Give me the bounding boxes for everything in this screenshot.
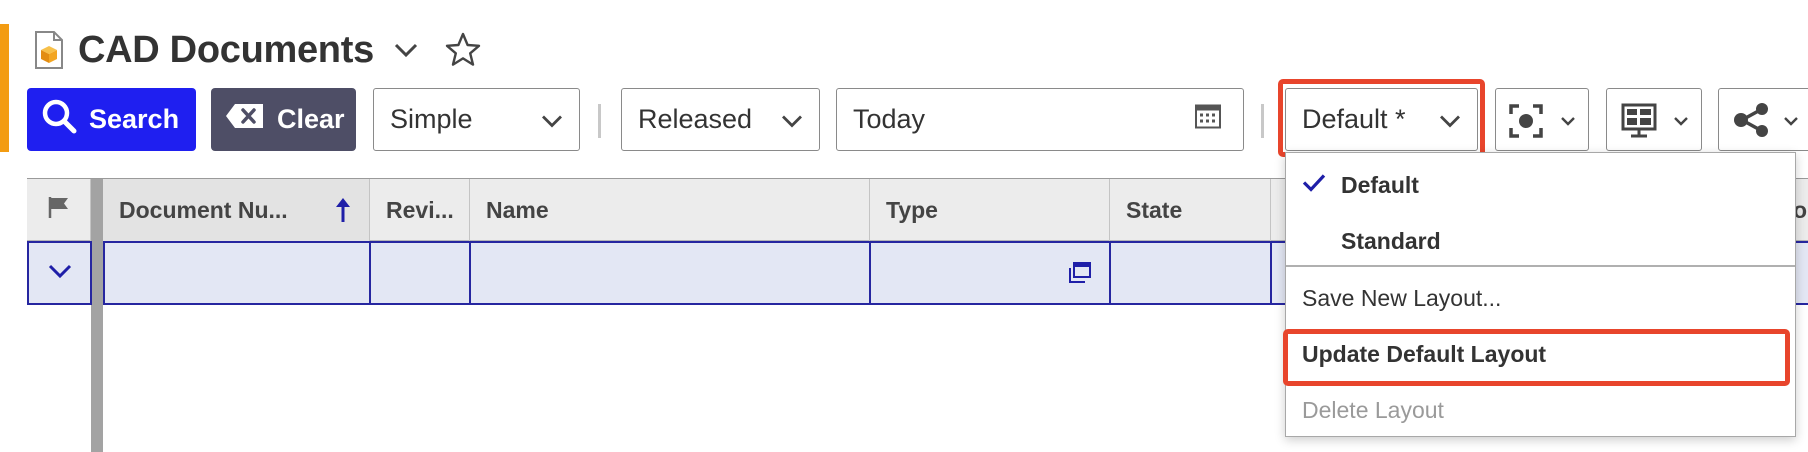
- column-header-label: Revi...: [386, 196, 454, 223]
- row-expand-cell[interactable]: [27, 241, 92, 305]
- column-header-revision[interactable]: Revi...: [370, 179, 470, 241]
- update-layout-highlight: [1283, 329, 1790, 386]
- page-accent-bar: [0, 24, 9, 152]
- capture-button[interactable]: [1495, 88, 1589, 151]
- frozen-column-splitter[interactable]: [91, 179, 103, 452]
- menu-item-label: Standard: [1341, 227, 1441, 254]
- delete-layout-item: Delete Layout: [1286, 382, 1795, 438]
- share-button[interactable]: [1718, 88, 1808, 151]
- chevron-down-icon: [541, 104, 563, 135]
- open-dialog-icon[interactable]: [1067, 262, 1091, 289]
- column-header-label: State: [1126, 196, 1183, 223]
- date-filter-value: Today: [853, 104, 926, 134]
- search-icon: [41, 98, 77, 141]
- state-filter-value: Released: [638, 104, 753, 134]
- menu-divider: [1286, 265, 1795, 267]
- layout-select-highlight: [1278, 79, 1485, 157]
- page-header: CAD Documents: [34, 24, 484, 76]
- menu-item-label: Default: [1341, 171, 1419, 198]
- search-mode-select[interactable]: Simple: [373, 88, 580, 151]
- clear-button[interactable]: Clear: [211, 88, 356, 151]
- cell-document-number[interactable]: [103, 241, 371, 305]
- star-icon[interactable]: [442, 29, 484, 71]
- capture-icon: [1508, 103, 1544, 144]
- column-header-label: Document Nu...: [119, 196, 288, 223]
- column-header-state[interactable]: State: [1110, 179, 1271, 241]
- menu-item-label: Delete Layout: [1302, 396, 1444, 423]
- sort-ascending-icon[interactable]: [335, 197, 351, 229]
- save-new-layout-item[interactable]: Save New Layout...: [1286, 270, 1795, 326]
- layout-dropdown-menu: Default Standard Save New Layout... Upda…: [1285, 152, 1796, 437]
- flag-icon: [47, 195, 71, 225]
- search-mode-value: Simple: [390, 104, 473, 134]
- menu-item-default-layout[interactable]: Default: [1286, 157, 1795, 213]
- column-header-label: Name: [486, 196, 549, 223]
- state-filter-select[interactable]: Released: [621, 88, 820, 151]
- date-filter-field[interactable]: Today: [836, 88, 1244, 151]
- column-header-label: Type: [886, 196, 938, 223]
- menu-item-label: Save New Layout...: [1302, 284, 1502, 311]
- flag-column-header[interactable]: [27, 179, 91, 241]
- checkmark-icon: [1302, 172, 1326, 199]
- cell-type[interactable]: [869, 241, 1111, 305]
- toolbar-divider: [1261, 104, 1264, 138]
- chevron-down-icon: [1783, 114, 1799, 132]
- page-title: CAD Documents: [78, 28, 374, 71]
- chevron-down-icon: [1560, 114, 1576, 132]
- cell-state[interactable]: [1109, 241, 1272, 305]
- column-header-name[interactable]: Name: [470, 179, 870, 241]
- share-icon: [1733, 101, 1771, 144]
- column-header-document-number[interactable]: Document Nu...: [103, 179, 370, 241]
- clear-button-label: Clear: [277, 104, 345, 134]
- cell-revision[interactable]: [369, 241, 471, 305]
- chevron-down-icon: [781, 104, 803, 135]
- cube-document-icon: [34, 30, 64, 70]
- layout-panels-button[interactable]: [1606, 88, 1702, 151]
- chevron-down-icon[interactable]: [47, 263, 73, 284]
- backspace-icon: [225, 103, 265, 136]
- search-button[interactable]: Search: [27, 88, 196, 151]
- chevron-down-icon: [1673, 114, 1689, 132]
- cell-name[interactable]: [469, 241, 871, 305]
- chevron-down-icon[interactable]: [392, 36, 420, 64]
- menu-item-standard-layout[interactable]: Standard: [1286, 213, 1795, 269]
- layout-panels-icon: [1621, 103, 1657, 144]
- calendar-icon[interactable]: [1195, 104, 1221, 135]
- column-header-type[interactable]: Type: [870, 179, 1110, 241]
- toolbar-divider: [598, 104, 601, 138]
- search-button-label: Search: [89, 104, 180, 134]
